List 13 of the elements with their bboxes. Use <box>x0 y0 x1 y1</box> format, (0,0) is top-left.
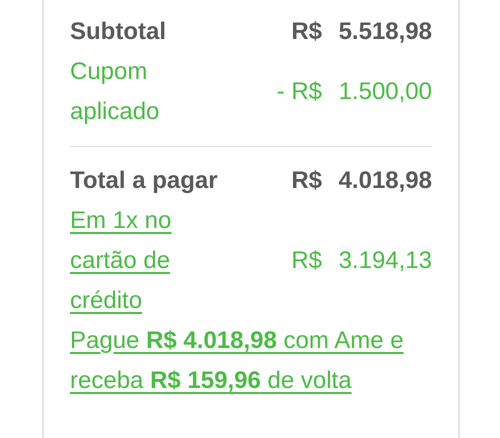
currency-symbol: R$ <box>290 166 322 196</box>
amount-value: 4.018,98 <box>338 166 432 196</box>
summary-label: Subtotal <box>70 17 167 47</box>
summary-label: Total a pagar <box>70 166 219 196</box>
amount-value: 5.518,98 <box>338 17 432 47</box>
currency-symbol: - R$ <box>276 77 322 107</box>
summary-label: Cupom aplicado <box>70 57 160 127</box>
currency-symbol: R$ <box>290 246 322 276</box>
cashback-link[interactable]: Pague R$ 4.018,98 com Ame e receba R$ 159,96 de volta <box>70 321 430 401</box>
amount-value: 3.194,13 <box>338 246 432 276</box>
currency-symbol: R$ <box>290 17 322 47</box>
amount-value: 1.500,00 <box>338 77 432 107</box>
payment-method-link[interactable]: Em 1x no cartão de crédito <box>70 201 240 321</box>
